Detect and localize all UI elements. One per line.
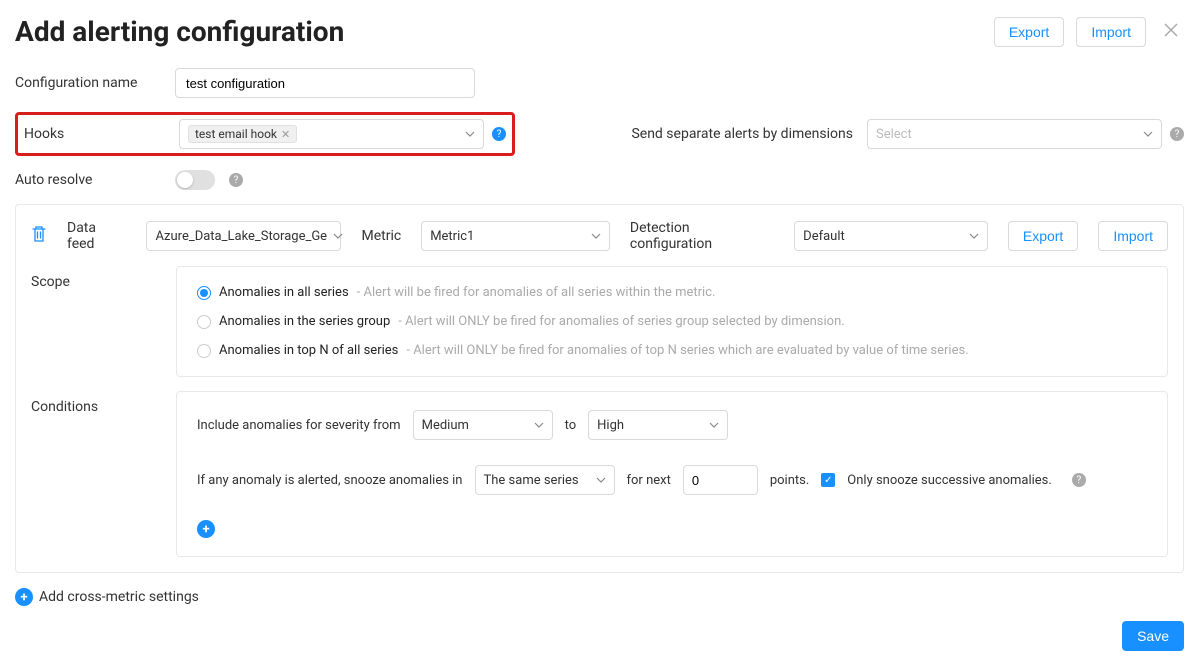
scope-option-2-title: Anomalies in top N of all series	[219, 343, 398, 358]
dimensions-label: Send separate alerts by dimensions	[631, 126, 853, 142]
metric-select[interactable]: Metric1	[421, 221, 610, 251]
chevron-down-icon	[969, 233, 979, 239]
metric-value: Metric1	[430, 229, 474, 244]
severity-to-label: to	[565, 418, 577, 433]
config-name-input[interactable]	[175, 68, 475, 98]
severity-to-value: High	[597, 418, 624, 433]
scope-radio-all[interactable]	[197, 286, 211, 300]
snooze-text1: If any anomaly is alerted, snooze anomal…	[197, 473, 463, 488]
scope-radio-topn[interactable]	[197, 344, 211, 358]
scope-option-0-desc: - Alert will be fired for anomalies of a…	[357, 285, 716, 300]
snooze-text2: for next	[627, 473, 671, 488]
trash-icon[interactable]	[31, 225, 47, 247]
chevron-down-icon	[1143, 131, 1153, 137]
severity-from-value: Medium	[422, 418, 469, 433]
conditions-label: Conditions	[31, 391, 176, 415]
hooks-tag-label: test email hook	[195, 127, 277, 141]
scope-option-1-title: Anomalies in the series group	[219, 314, 390, 329]
import-button[interactable]: Import	[1076, 17, 1146, 47]
panel-import-button[interactable]: Import	[1098, 221, 1168, 251]
hooks-tag: test email hook ✕	[188, 125, 297, 143]
scope-option-1-desc: - Alert will ONLY be fired for anomalies…	[398, 314, 844, 329]
chevron-down-icon	[534, 422, 544, 428]
severity-from-select[interactable]: Medium	[413, 410, 553, 440]
dimensions-placeholder: Select	[876, 127, 912, 142]
plus-icon: +	[15, 588, 33, 606]
page-title: Add alerting configuration	[15, 15, 344, 48]
scope-label: Scope	[31, 266, 176, 290]
data-feed-label: Data feed	[67, 220, 126, 252]
data-feed-select[interactable]: Azure_Data_Lake_Storage_Ge	[146, 221, 341, 251]
scope-option-2-desc: - Alert will ONLY be fired for anomalies…	[406, 343, 968, 358]
chevron-down-icon	[709, 422, 719, 428]
severity-to-select[interactable]: High	[588, 410, 728, 440]
metric-panel: Data feed Azure_Data_Lake_Storage_Ge Met…	[15, 204, 1184, 573]
hooks-tag-remove-icon[interactable]: ✕	[281, 128, 290, 141]
add-cross-metric-button[interactable]: + Add cross-metric settings	[15, 588, 1184, 606]
close-icon[interactable]	[1158, 22, 1184, 41]
auto-resolve-toggle[interactable]	[175, 170, 215, 190]
snooze-text3: points.	[770, 473, 809, 488]
chevron-down-icon	[465, 131, 475, 137]
metric-label: Metric	[361, 228, 401, 244]
cross-metric-label: Add cross-metric settings	[39, 589, 199, 605]
detection-label: Detection configuration	[630, 220, 774, 252]
conditions-box: Include anomalies for severity from Medi…	[176, 391, 1168, 557]
snooze-value-input[interactable]	[683, 465, 758, 495]
scope-radio-group[interactable]	[197, 315, 211, 329]
scope-box: Anomalies in all series - Alert will be …	[176, 266, 1168, 377]
data-feed-value: Azure_Data_Lake_Storage_Ge	[155, 229, 327, 244]
snooze-successive-checkbox[interactable]: ✓	[821, 473, 835, 487]
detection-value: Default	[803, 229, 845, 244]
severity-text: Include anomalies for severity from	[197, 418, 401, 433]
auto-resolve-help-icon[interactable]: ?	[229, 173, 243, 187]
scope-option-0-title: Anomalies in all series	[219, 285, 349, 300]
snooze-scope-value: The same series	[484, 473, 579, 488]
add-condition-button[interactable]: +	[197, 520, 215, 538]
hooks-highlight: Hooks test email hook ✕ ?	[15, 112, 515, 156]
chevron-down-icon	[596, 477, 606, 483]
config-name-label: Configuration name	[15, 75, 175, 91]
auto-resolve-label: Auto resolve	[15, 172, 175, 188]
panel-export-button[interactable]: Export	[1008, 221, 1078, 251]
snooze-help-icon[interactable]: ?	[1072, 473, 1086, 487]
save-button[interactable]: Save	[1122, 621, 1184, 651]
chevron-down-icon	[333, 233, 343, 239]
hooks-select[interactable]: test email hook ✕	[179, 119, 484, 149]
hooks-label: Hooks	[24, 126, 179, 142]
snooze-scope-select[interactable]: The same series	[475, 465, 615, 495]
snooze-checkbox-label: Only snooze successive anomalies.	[847, 473, 1052, 488]
chevron-down-icon	[591, 233, 601, 239]
detection-select[interactable]: Default	[794, 221, 988, 251]
dimensions-help-icon[interactable]: ?	[1170, 127, 1184, 141]
hooks-help-icon[interactable]: ?	[492, 127, 506, 141]
export-button[interactable]: Export	[994, 17, 1064, 47]
dimensions-select[interactable]: Select	[867, 119, 1162, 149]
